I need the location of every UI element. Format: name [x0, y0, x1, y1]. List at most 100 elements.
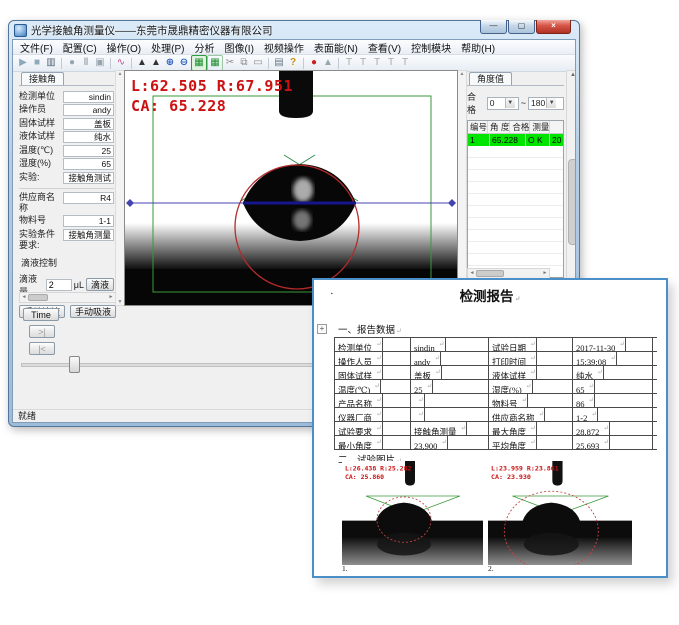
scrollbar-thumb[interactable]: [28, 294, 48, 301]
field-value[interactable]: 65: [63, 158, 114, 170]
scroll-up-icon[interactable]: ▲: [118, 71, 123, 77]
seek-prev-button[interactable]: |<: [29, 342, 55, 355]
menu-view[interactable]: 查看(V): [363, 40, 406, 55]
field-value[interactable]: sindin: [63, 91, 114, 103]
scroll-left-icon[interactable]: ◄: [468, 270, 476, 277]
menu-config[interactable]: 配置(C): [58, 40, 102, 55]
scrollbar-thumb[interactable]: [476, 270, 504, 277]
angle-tool-i-icon[interactable]: T: [384, 56, 398, 70]
field-value[interactable]: 25: [63, 145, 114, 157]
formatting-mark: ↵: [519, 394, 529, 407]
scrollbar-thumb[interactable]: [568, 159, 576, 245]
copy-icon[interactable]: ⧉: [237, 56, 251, 70]
menu-help[interactable]: 帮助(H): [456, 40, 500, 55]
cut-icon[interactable]: ✂: [223, 56, 237, 70]
manual-suck-button[interactable]: 手动吸液: [70, 305, 116, 318]
row-end-mark: ↵: [653, 380, 657, 393]
drop-volume-input[interactable]: [46, 279, 72, 291]
help-icon[interactable]: ?: [286, 56, 300, 70]
angle-row-1[interactable]: 1 65.228 O K 20: [468, 134, 563, 146]
angle-table: 编号角 度合格测量 1 65.228 O K 20: [467, 120, 564, 278]
angle-tool-left-icon[interactable]: T: [342, 56, 356, 70]
field-label: 实验条件要求:: [19, 229, 63, 251]
drop-dispense-icon[interactable]: ●: [307, 56, 321, 70]
video-right-scroll-strip[interactable]: ▲ ▼: [457, 70, 467, 306]
menu-image[interactable]: 图像(I): [219, 40, 258, 55]
angle-tool-top-icon[interactable]: T: [370, 56, 384, 70]
row-end-mark: ↵: [653, 408, 657, 421]
field-label: 湿度(%): [19, 158, 63, 169]
image-lr-readout: L:26.438 R:25.282: [345, 466, 412, 473]
scroll-up-icon[interactable]: ▲: [567, 72, 576, 78]
pass-max-select[interactable]: 180 ▼: [528, 97, 564, 110]
field-value[interactable]: andy: [63, 104, 114, 116]
formatting-mark: ↵: [515, 294, 521, 303]
formatting-mark: ↵: [371, 380, 381, 393]
video-view[interactable]: L:62.505 R:67.951 CA: 65.228: [124, 70, 458, 306]
angle-tool-right-icon[interactable]: T: [356, 56, 370, 70]
field-material-no: 物料号 1-1: [19, 215, 114, 227]
field-label: 物料号: [19, 215, 63, 226]
table-row: 检测单位↵ sindin↵ 试验日期↵ 2017-11-30↵ ↵: [335, 338, 657, 352]
field-label: 实验:: [19, 172, 63, 183]
maximize-button[interactable]: ▢: [508, 20, 535, 34]
scroll-up-icon[interactable]: ▲: [460, 71, 465, 77]
tilt-up-icon[interactable]: ▲: [135, 56, 149, 70]
field-value[interactable]: 接触角测试: [63, 172, 114, 184]
paste-icon[interactable]: ▭: [251, 56, 265, 70]
tab-angle-values[interactable]: 角度值: [469, 72, 512, 85]
scroll-right-icon[interactable]: ►: [541, 270, 549, 277]
frame-icon[interactable]: ▣: [93, 56, 107, 70]
menu-video-op[interactable]: 视频操作: [259, 40, 309, 55]
menu-analyze[interactable]: 分析: [189, 40, 219, 55]
field-value[interactable]: 盖板: [63, 118, 114, 130]
record-icon[interactable]: ●: [65, 56, 79, 70]
menu-control-module[interactable]: 控制模块: [406, 40, 456, 55]
play-icon[interactable]: ▶: [16, 56, 30, 70]
drop-volume-unit: μL: [74, 280, 84, 290]
needle-tool-icon[interactable]: ▲: [321, 56, 335, 70]
time-button[interactable]: Time: [23, 308, 59, 321]
scroll-down-icon[interactable]: ▼: [118, 299, 123, 305]
roi-grid-icon[interactable]: ▦: [191, 55, 207, 71]
capture-icon[interactable]: ▥: [44, 56, 58, 70]
close-button[interactable]: ×: [536, 20, 571, 34]
seek-next-button[interactable]: >|: [29, 325, 55, 338]
tab-contact-angle[interactable]: 接触角: [21, 72, 64, 85]
field-test-unit: 检测单位 sindin: [19, 91, 114, 103]
contact-angle-panel: 接触角 检测单位 sindin 操作员 andy: [19, 72, 114, 290]
image-lr-readout: L:23.959 R:23.861: [491, 465, 559, 473]
column-header: 合格: [510, 121, 530, 133]
zoom-in-icon[interactable]: ⊕: [163, 56, 177, 70]
tilt-down-icon[interactable]: ▲: [149, 56, 163, 70]
angle-tool-z-icon[interactable]: T: [398, 56, 412, 70]
print-icon[interactable]: ▤: [272, 56, 286, 70]
field-value[interactable]: 1-1: [63, 215, 114, 227]
menu-process[interactable]: 处理(P): [146, 40, 189, 55]
chevron-down-icon[interactable]: ▼: [505, 98, 515, 108]
outline-expand-icon[interactable]: +: [317, 324, 327, 334]
curve-icon[interactable]: ∿: [114, 56, 128, 70]
menu-operate[interactable]: 操作(O): [102, 40, 146, 55]
pause-icon[interactable]: ‖: [79, 56, 93, 70]
title-bar[interactable]: 光学接触角测量仪——东莞市晟鼎精密仪器有限公司 — ▢ ×: [9, 21, 579, 39]
minimize-button[interactable]: —: [480, 20, 507, 34]
field-value[interactable]: 纯水: [63, 131, 114, 143]
roi-grid2-icon[interactable]: ▦: [207, 55, 223, 71]
zoom-out-icon[interactable]: ⊖: [177, 56, 191, 70]
scroll-right-icon[interactable]: ►: [107, 294, 115, 301]
field-value[interactable]: 接触角测量: [63, 229, 114, 241]
left-panel-hscrollbar[interactable]: ◄ ►: [19, 292, 116, 303]
chevron-down-icon[interactable]: ▼: [546, 98, 556, 108]
menu-file[interactable]: 文件(F): [15, 40, 58, 55]
field-label: 操作员: [19, 104, 63, 115]
table-header: 编号角 度合格测量: [468, 121, 563, 134]
field-value[interactable]: R4: [63, 192, 114, 204]
pass-min-select[interactable]: 0 ▼: [487, 97, 519, 110]
scroll-left-icon[interactable]: ◄: [20, 294, 28, 301]
slider-thumb[interactable]: [69, 356, 80, 373]
stop-icon[interactable]: ■: [30, 56, 44, 70]
dispense-button[interactable]: 滴液: [86, 278, 114, 291]
image-index-label: 1.: [342, 564, 348, 573]
menu-surface-energy[interactable]: 表面能(N): [309, 40, 363, 55]
